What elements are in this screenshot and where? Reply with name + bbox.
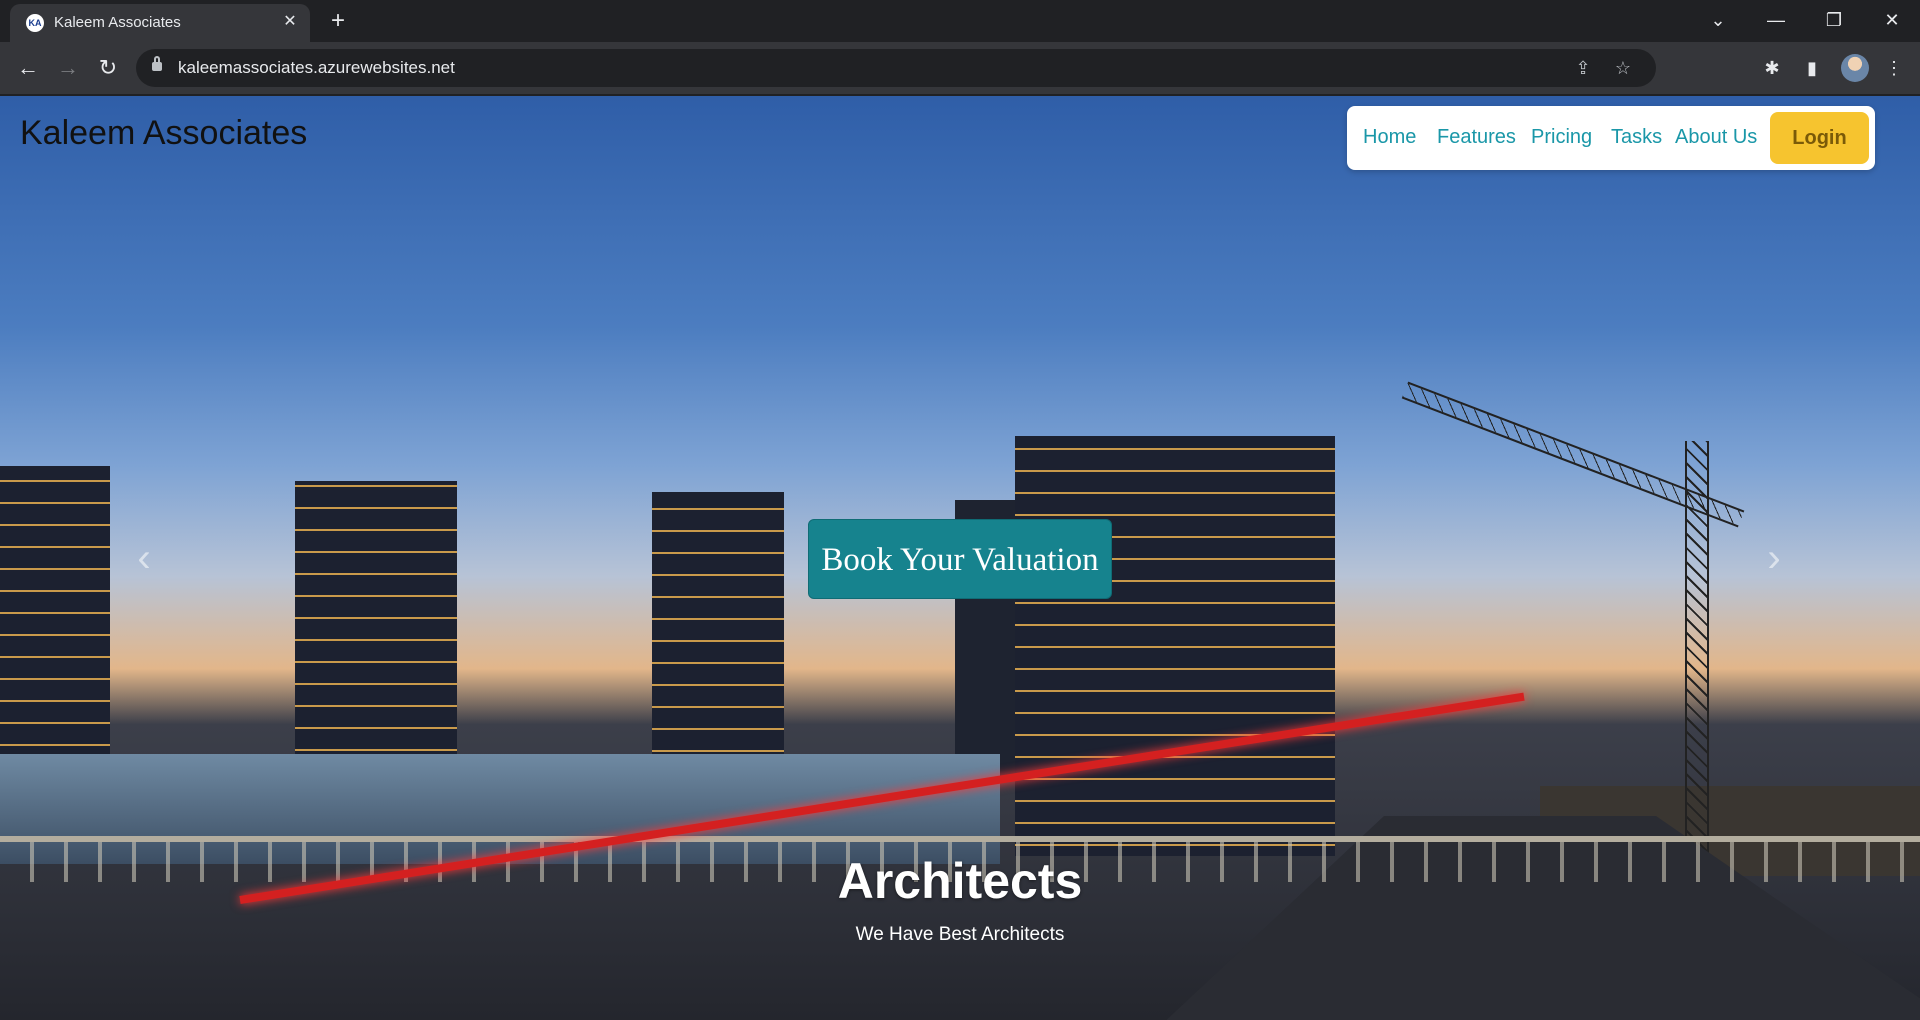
reload-icon[interactable]: ↻: [92, 52, 124, 84]
nav-tasks[interactable]: Tasks: [1611, 126, 1662, 149]
carousel-caption-title: Architects: [837, 853, 1083, 909]
back-arrow-icon[interactable]: ←: [12, 52, 44, 84]
tab-search-icon[interactable]: ⌄: [1698, 6, 1738, 34]
main-navigation: Home Features Pricing Tasks About Us Log…: [1347, 106, 1875, 170]
site-brand[interactable]: Kaleem Associates: [20, 114, 307, 153]
nav-features[interactable]: Features: [1437, 126, 1516, 149]
background-building: [0, 466, 110, 756]
forward-arrow-icon[interactable]: →: [52, 52, 84, 84]
carousel-prev-icon[interactable]: ‹: [126, 536, 162, 580]
tab-title: Kaleem Associates: [54, 14, 181, 31]
book-valuation-button[interactable]: Book Your Valuation: [808, 519, 1112, 599]
new-tab-icon[interactable]: +: [324, 8, 352, 36]
browser-titlebar: KA Kaleem Associates ✕ + ⌄ — ❐ ✕: [0, 0, 1920, 42]
address-bar[interactable]: kaleemassociates.azurewebsites.net ⇪ ☆: [136, 49, 1656, 87]
lock-icon[interactable]: [152, 56, 162, 71]
restore-icon[interactable]: ❐: [1814, 6, 1854, 34]
nav-home[interactable]: Home: [1363, 126, 1416, 149]
nav-pricing[interactable]: Pricing: [1531, 126, 1592, 149]
carousel-next-icon[interactable]: ›: [1756, 536, 1792, 580]
background-building: [652, 492, 784, 762]
carousel-caption-subtitle: We Have Best Architects: [855, 924, 1065, 945]
crane-mast: [1685, 441, 1709, 861]
url-text[interactable]: kaleemassociates.azurewebsites.net: [178, 58, 455, 78]
nav-about-us[interactable]: About Us: [1675, 126, 1757, 149]
star-icon[interactable]: ☆: [1610, 55, 1636, 81]
close-window-icon[interactable]: ✕: [1872, 6, 1912, 34]
close-tab-icon[interactable]: ✕: [280, 12, 300, 32]
background-building: [295, 481, 457, 761]
background-building: [1015, 436, 1335, 856]
browser-tab[interactable]: KA Kaleem Associates ✕: [10, 4, 310, 42]
hero-carousel: Kaleem Associates Home Features Pricing …: [0, 96, 1920, 1020]
share-icon[interactable]: ⇪: [1570, 55, 1596, 81]
side-panel-icon[interactable]: ▮: [1798, 54, 1826, 82]
minimize-icon[interactable]: —: [1756, 6, 1796, 34]
puzzle-icon[interactable]: ✱: [1758, 54, 1786, 82]
kebab-menu-icon[interactable]: ⋮: [1880, 54, 1908, 82]
login-button[interactable]: Login: [1770, 112, 1869, 164]
browser-toolbar: ← → ↻ kaleemassociates.azurewebsites.net…: [0, 42, 1920, 94]
profile-avatar[interactable]: [1841, 54, 1869, 82]
favicon-icon: KA: [26, 14, 44, 32]
